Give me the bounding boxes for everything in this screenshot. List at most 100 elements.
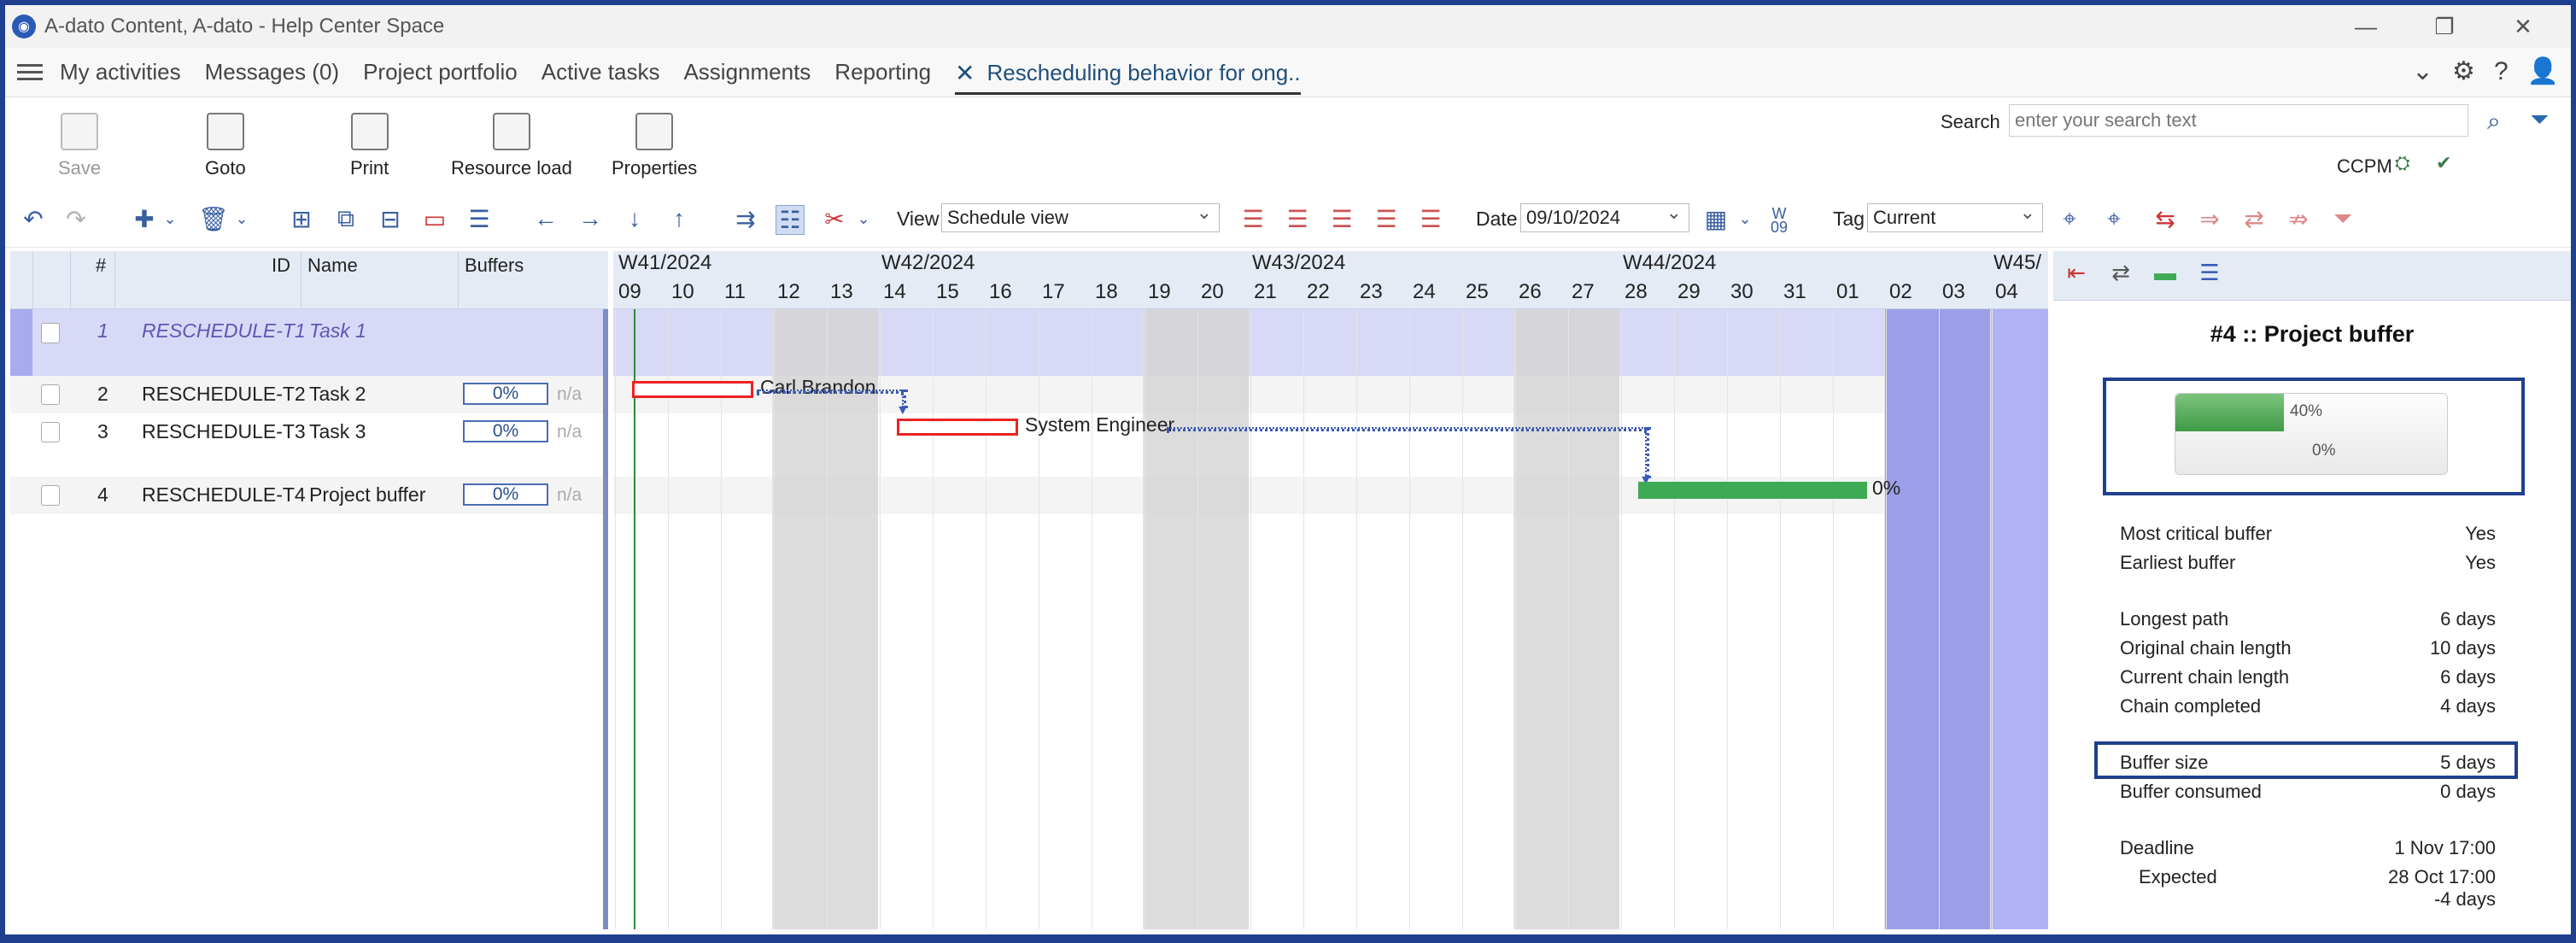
goto-button[interactable]: Goto [205,113,246,179]
arrow-tool-icon-2[interactable]: ⇒ [2195,205,2224,233]
date-picker[interactable]: 09/10/2024 [1520,199,1689,232]
day-label: 11 [724,280,746,303]
buffer-tool-icon-3[interactable]: ▬ [2151,260,2180,289]
printer-icon [350,113,389,150]
help-icon[interactable]: ? [2494,57,2509,86]
expand-icon[interactable]: ⊞ [287,205,316,233]
info-original-chain: Original chain length 10 days [2120,637,2496,659]
move-up-icon[interactable]: ↑ [664,205,694,232]
col-header-name[interactable]: Name [307,255,358,277]
buffer-tool-icon-1[interactable]: ⇤ [2062,260,2091,289]
ribbon: Save Goto Print Resource load Properties… [5,97,2571,191]
day-label: 24 [1413,280,1436,303]
menu-project-portfolio[interactable]: Project portfolio [363,59,518,85]
weekend-column [1513,309,1619,929]
project-buffer-bar[interactable] [1638,482,1867,499]
schedule-icon-5[interactable]: ☰ [1416,205,1445,233]
filter-icon[interactable]: ⏷ [2530,106,2549,134]
hamburger-menu-icon[interactable] [17,64,43,80]
table-row[interactable]: 2 RESCHEDULE-T2 Task 2 0% n/a [10,376,603,413]
notes-icon[interactable]: ☰ [465,205,494,233]
gear-icon[interactable]: ⚙ [2452,56,2475,86]
save-button[interactable]: Save [58,113,101,179]
buffer-tool-icon-2[interactable]: ⇄ [2106,260,2135,289]
day-gridline [1250,309,1251,929]
info-expected: Expected 28 Oct 17:00 [2139,866,2496,887]
schedule-icon-1[interactable]: ☰ [1238,205,1268,233]
tab-rescheduling[interactable]: ✕ Rescheduling behavior for ong.. [955,59,1301,95]
minimize-button[interactable]: — [2327,5,2405,48]
chevron-down-icon[interactable]: ⌄ [2412,56,2433,86]
day-gridline [1197,309,1198,929]
menu-my-activities[interactable]: My activities [60,59,181,85]
user-icon[interactable]: 👤 [2527,56,2559,86]
link-tasks-icon[interactable]: ⇉ [731,205,760,233]
ccpm-calc-icon[interactable]: ⛭ [2395,152,2422,178]
arrow-tool-icon-4[interactable]: ⇏ [2284,205,2313,233]
schedule-icon-2[interactable]: ☰ [1283,205,1312,233]
tag-select[interactable]: Current [1867,199,2043,232]
print-button[interactable]: Print [350,113,389,179]
menu-assignments[interactable]: Assignments [683,59,811,85]
properties-button[interactable]: Properties [612,113,697,179]
day-gridline [1939,309,1940,929]
task-doc-icon [41,422,60,442]
schedule-icon-3[interactable]: ☰ [1327,205,1356,233]
add-dropdown-icon[interactable]: ⌄ [155,210,184,228]
ccpm-label: CCPM [2337,155,2392,177]
menu-active-tasks[interactable]: Active tasks [542,59,660,85]
view-select[interactable]: Schedule view [941,199,1220,232]
schedule-icon-4[interactable]: ☰ [1372,205,1401,233]
tag-remove-icon[interactable]: ⌖ [2099,205,2128,233]
arrow-tool-icon-3[interactable]: ⇄ [2239,205,2269,233]
task-grid: # ID Name Buffers 1 RESCHEDULE-T1 Task 1… [10,251,608,929]
week-label: W41/2024 [618,251,712,274]
buffer-tool-icon-4[interactable]: ☰ [2195,260,2224,289]
day-label: 27 [1572,280,1595,303]
calendar-grid-icon[interactable]: ▦ [1701,205,1730,233]
task-bar-task-3[interactable] [897,419,1018,436]
redo-icon[interactable]: ↷ [61,205,91,233]
ccpm-check-icon[interactable]: ✔ [2436,152,2463,178]
weekend-column [772,309,878,929]
resource-load-button[interactable]: Resource load [451,113,572,179]
search-icon[interactable]: ⌕ [2487,108,2501,136]
date-label: Date [1476,208,1518,230]
day-label: 22 [1307,280,1330,303]
gantt-bars-icon[interactable]: ☷ [776,205,805,235]
critical-path-icon[interactable]: ▭ [420,205,449,233]
arrow-tool-icon-1[interactable]: ⇆ [2151,205,2180,233]
close-tab-icon[interactable]: ✕ [955,59,975,87]
table-row[interactable]: 1 RESCHEDULE-T1 Task 1 [10,309,603,376]
tag-add-icon[interactable]: ⌖ [2055,205,2084,233]
undo-icon[interactable]: ↶ [19,205,48,233]
collapse-icon[interactable]: ⊟ [376,205,405,233]
expand-all-icon[interactable]: ⧉ [331,205,360,233]
day-gridline [1303,309,1304,929]
col-header-buffers[interactable]: Buffers [465,255,524,277]
col-header-num[interactable]: # [96,255,106,277]
day-label: 01 [1836,280,1859,303]
add-icon[interactable]: ✚ [130,205,159,233]
calendar-dropdown-icon[interactable]: ⌄ [1730,210,1759,228]
task-bar-task-2[interactable] [632,381,753,398]
unlink-icon[interactable]: ✂ [820,205,849,233]
table-row[interactable]: 4 RESCHEDULE-T4 Project buffer 0% n/a [10,477,603,514]
restore-button[interactable]: ❐ [2405,5,2484,48]
close-window-button[interactable]: ✕ [2484,5,2562,48]
table-row[interactable]: 3 RESCHEDULE-T3 Task 3 0% n/a [10,413,603,477]
day-label: 13 [830,280,853,303]
unlink-dropdown-icon[interactable]: ⌄ [849,210,878,228]
title-bar: ◉ A-dato Content, A-dato - Help Center S… [5,5,2571,48]
delete-icon[interactable]: 🗑 [198,205,229,233]
indent-icon[interactable]: → [576,205,605,232]
week-number-icon[interactable]: W 09 [1765,206,1794,235]
move-down-icon[interactable]: ↓ [620,205,649,232]
delete-dropdown-icon[interactable]: ⌄ [227,210,256,228]
outdent-icon[interactable]: ← [531,205,560,232]
filter-tool-icon[interactable]: ⏷ [2328,205,2357,233]
menu-reporting[interactable]: Reporting [834,59,931,85]
col-header-id[interactable]: ID [272,255,290,277]
search-input[interactable] [2009,104,2468,137]
menu-messages[interactable]: Messages (0) [205,59,340,85]
